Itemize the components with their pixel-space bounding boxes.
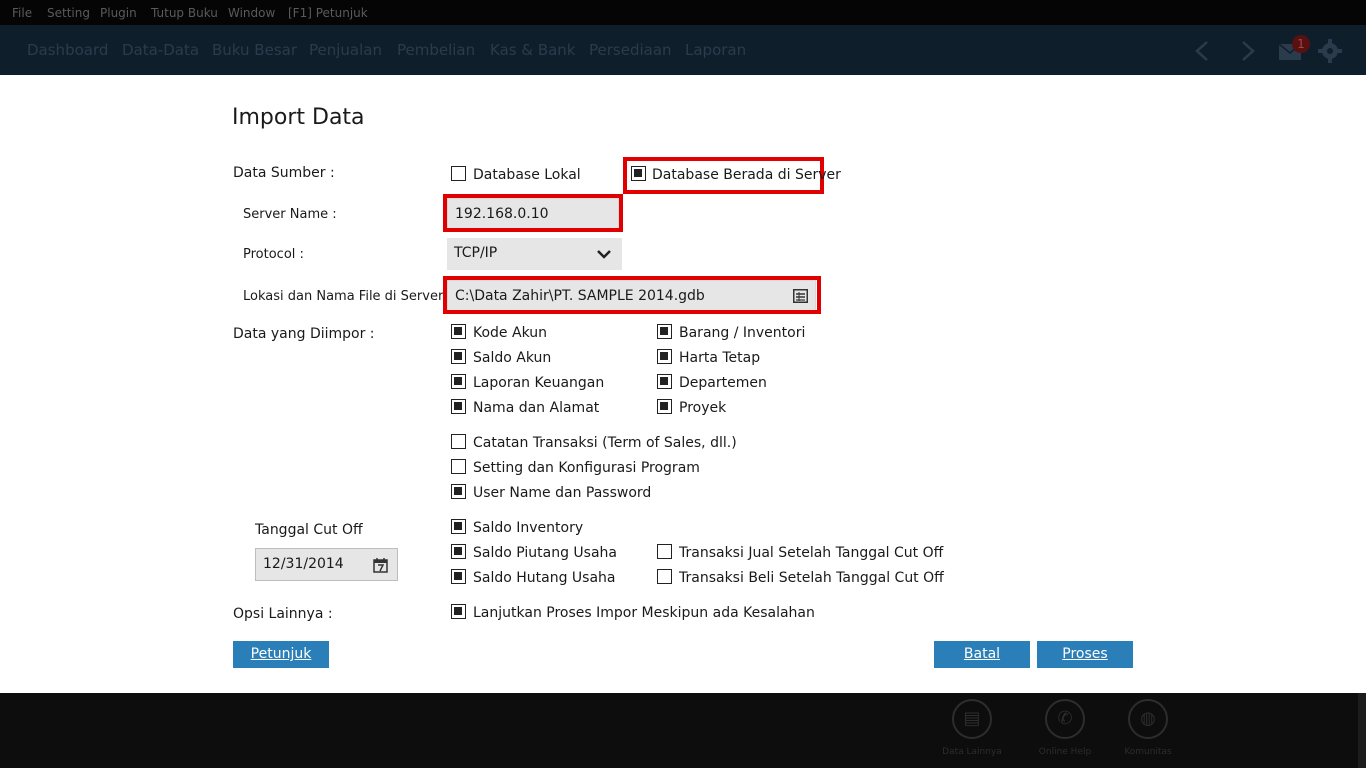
lanjutkan-proses-checkbox[interactable] — [451, 604, 466, 619]
server-name-label: Server Name : — [243, 207, 337, 222]
calendar-icon[interactable] — [373, 558, 388, 573]
user-password-label: User Name dan Password — [473, 485, 652, 501]
menu-setting[interactable]: Setting — [47, 6, 90, 20]
saldo-piutang-label: Saldo Piutang Usaha — [473, 545, 618, 561]
lanjutkan-proses-label: Lanjutkan Proses Impor Meskipun ada Kesa… — [473, 605, 815, 621]
saldo-hutang-label: Saldo Hutang Usaha — [473, 570, 616, 586]
batal-button[interactable]: Batal — [934, 641, 1030, 668]
highlight-lokasi — [443, 276, 821, 314]
lokasi-label: Lokasi dan Nama File di Server : — [243, 289, 452, 304]
nama-alamat-checkbox[interactable] — [451, 399, 466, 414]
footer-komunitas-label: Komunitas — [1124, 747, 1172, 757]
user-password-checkbox[interactable] — [451, 484, 466, 499]
data-sumber-label: Data Sumber : — [233, 165, 335, 181]
gear-icon[interactable] — [1318, 39, 1342, 63]
nav-pembelian[interactable]: Pembelian — [397, 41, 475, 59]
saldo-inventory-checkbox[interactable] — [451, 519, 466, 534]
footer-online-help-label: Online Help — [1038, 747, 1092, 757]
transaksi-jual-label: Transaksi Jual Setelah Tanggal Cut Off — [679, 545, 944, 561]
database-server-label: Database Berada di Server — [652, 167, 841, 183]
menu-window[interactable]: Window — [228, 6, 275, 20]
highlight-server-name — [443, 194, 623, 232]
tanggal-cut-off-input[interactable]: 12/31/2014 — [255, 548, 398, 581]
database-lokal-checkbox[interactable] — [451, 166, 466, 181]
opsi-lainnya-label: Opsi Lainnya : — [233, 606, 333, 622]
import-data-dialog: Import Data Data Sumber : Database Lokal… — [0, 75, 1366, 693]
kode-akun-checkbox[interactable] — [451, 324, 466, 339]
transaksi-beli-label: Transaksi Beli Setelah Tanggal Cut Off — [679, 570, 944, 586]
transaksi-beli-checkbox[interactable] — [657, 569, 672, 584]
saldo-akun-checkbox[interactable] — [451, 349, 466, 364]
setting-konfigurasi-label: Setting dan Konfigurasi Program — [473, 460, 700, 476]
nav-kas-bank[interactable]: Kas & Bank — [490, 41, 576, 59]
proyek-checkbox[interactable] — [657, 399, 672, 414]
main-nav: Dashboard Data-Data Buku Besar Penjualan… — [0, 25, 1366, 75]
menu-petunjuk[interactable]: [F1] Petunjuk — [288, 6, 368, 20]
nav-data-data[interactable]: Data-Data — [122, 41, 199, 59]
menu-bar: File Setting Plugin Tutup Buku Window [F… — [0, 0, 1366, 25]
departemen-checkbox[interactable] — [657, 374, 672, 389]
kode-akun-label: Kode Akun — [473, 325, 547, 341]
chevron-down-icon — [597, 250, 611, 259]
saldo-inventory-label: Saldo Inventory — [473, 520, 584, 536]
nav-persediaan[interactable]: Persediaan — [589, 41, 672, 59]
footer-bar: ▤ Data Lainnya ✆ Online Help ◍ Komunitas — [0, 693, 1366, 768]
menu-plugin[interactable]: Plugin — [100, 6, 137, 20]
protocol-value: TCP/IP — [454, 245, 498, 261]
page-title: Import Data — [232, 105, 365, 130]
catatan-transaksi-label: Catatan Transaksi (Term of Sales, dll.) — [473, 435, 737, 451]
tanggal-cut-off-label: Tanggal Cut Off — [255, 522, 363, 538]
harta-tetap-checkbox[interactable] — [657, 349, 672, 364]
menu-file[interactable]: File — [12, 6, 32, 20]
proyek-label: Proyek — [679, 400, 727, 416]
phone-icon: ✆ — [1045, 699, 1085, 739]
menu-tutup-buku[interactable]: Tutup Buku — [151, 6, 218, 20]
footer-data-lainnya-label: Data Lainnya — [942, 747, 1002, 757]
back-arrow-icon[interactable] — [1194, 40, 1210, 62]
barang-inventori-label: Barang / Inventori — [679, 325, 806, 341]
nav-buku-besar[interactable]: Buku Besar — [212, 41, 297, 59]
petunjuk-button[interactable]: Petunjuk — [233, 641, 329, 668]
database-server-checkbox[interactable] — [631, 166, 646, 181]
nav-penjualan[interactable]: Penjualan — [309, 41, 382, 59]
laporan-keuangan-checkbox[interactable] — [451, 374, 466, 389]
departemen-label: Departemen — [679, 375, 767, 391]
nav-laporan[interactable]: Laporan — [685, 41, 746, 59]
saldo-akun-label: Saldo Akun — [473, 350, 552, 366]
nav-dashboard[interactable]: Dashboard — [27, 41, 108, 59]
protocol-label: Protocol : — [243, 247, 304, 262]
harta-tetap-label: Harta Tetap — [679, 350, 761, 366]
scrollbar[interactable] — [1358, 693, 1366, 768]
laporan-keuangan-label: Laporan Keuangan — [473, 375, 605, 391]
transaksi-jual-checkbox[interactable] — [657, 544, 672, 559]
tanggal-value: 12/31/2014 — [263, 556, 344, 572]
document-icon: ▤ — [952, 699, 992, 739]
footer-komunitas[interactable]: ◍ Komunitas — [1108, 699, 1188, 757]
database-lokal-label: Database Lokal — [473, 167, 581, 183]
catatan-transaksi-checkbox[interactable] — [451, 434, 466, 449]
forward-arrow-icon[interactable] — [1240, 40, 1256, 62]
notification-badge: 1 — [1292, 35, 1310, 53]
nama-alamat-label: Nama dan Alamat — [473, 400, 600, 416]
data-diimpor-label: Data yang Diimpor : — [233, 326, 375, 342]
saldo-piutang-checkbox[interactable] — [451, 544, 466, 559]
setting-konfigurasi-checkbox[interactable] — [451, 459, 466, 474]
footer-online-help[interactable]: ✆ Online Help — [1025, 699, 1105, 757]
footer-data-lainnya[interactable]: ▤ Data Lainnya — [932, 699, 1012, 757]
globe-icon: ◍ — [1128, 699, 1168, 739]
protocol-select[interactable]: TCP/IP — [447, 238, 622, 270]
barang-inventori-checkbox[interactable] — [657, 324, 672, 339]
proses-button[interactable]: Proses — [1037, 641, 1133, 668]
saldo-hutang-checkbox[interactable] — [451, 569, 466, 584]
